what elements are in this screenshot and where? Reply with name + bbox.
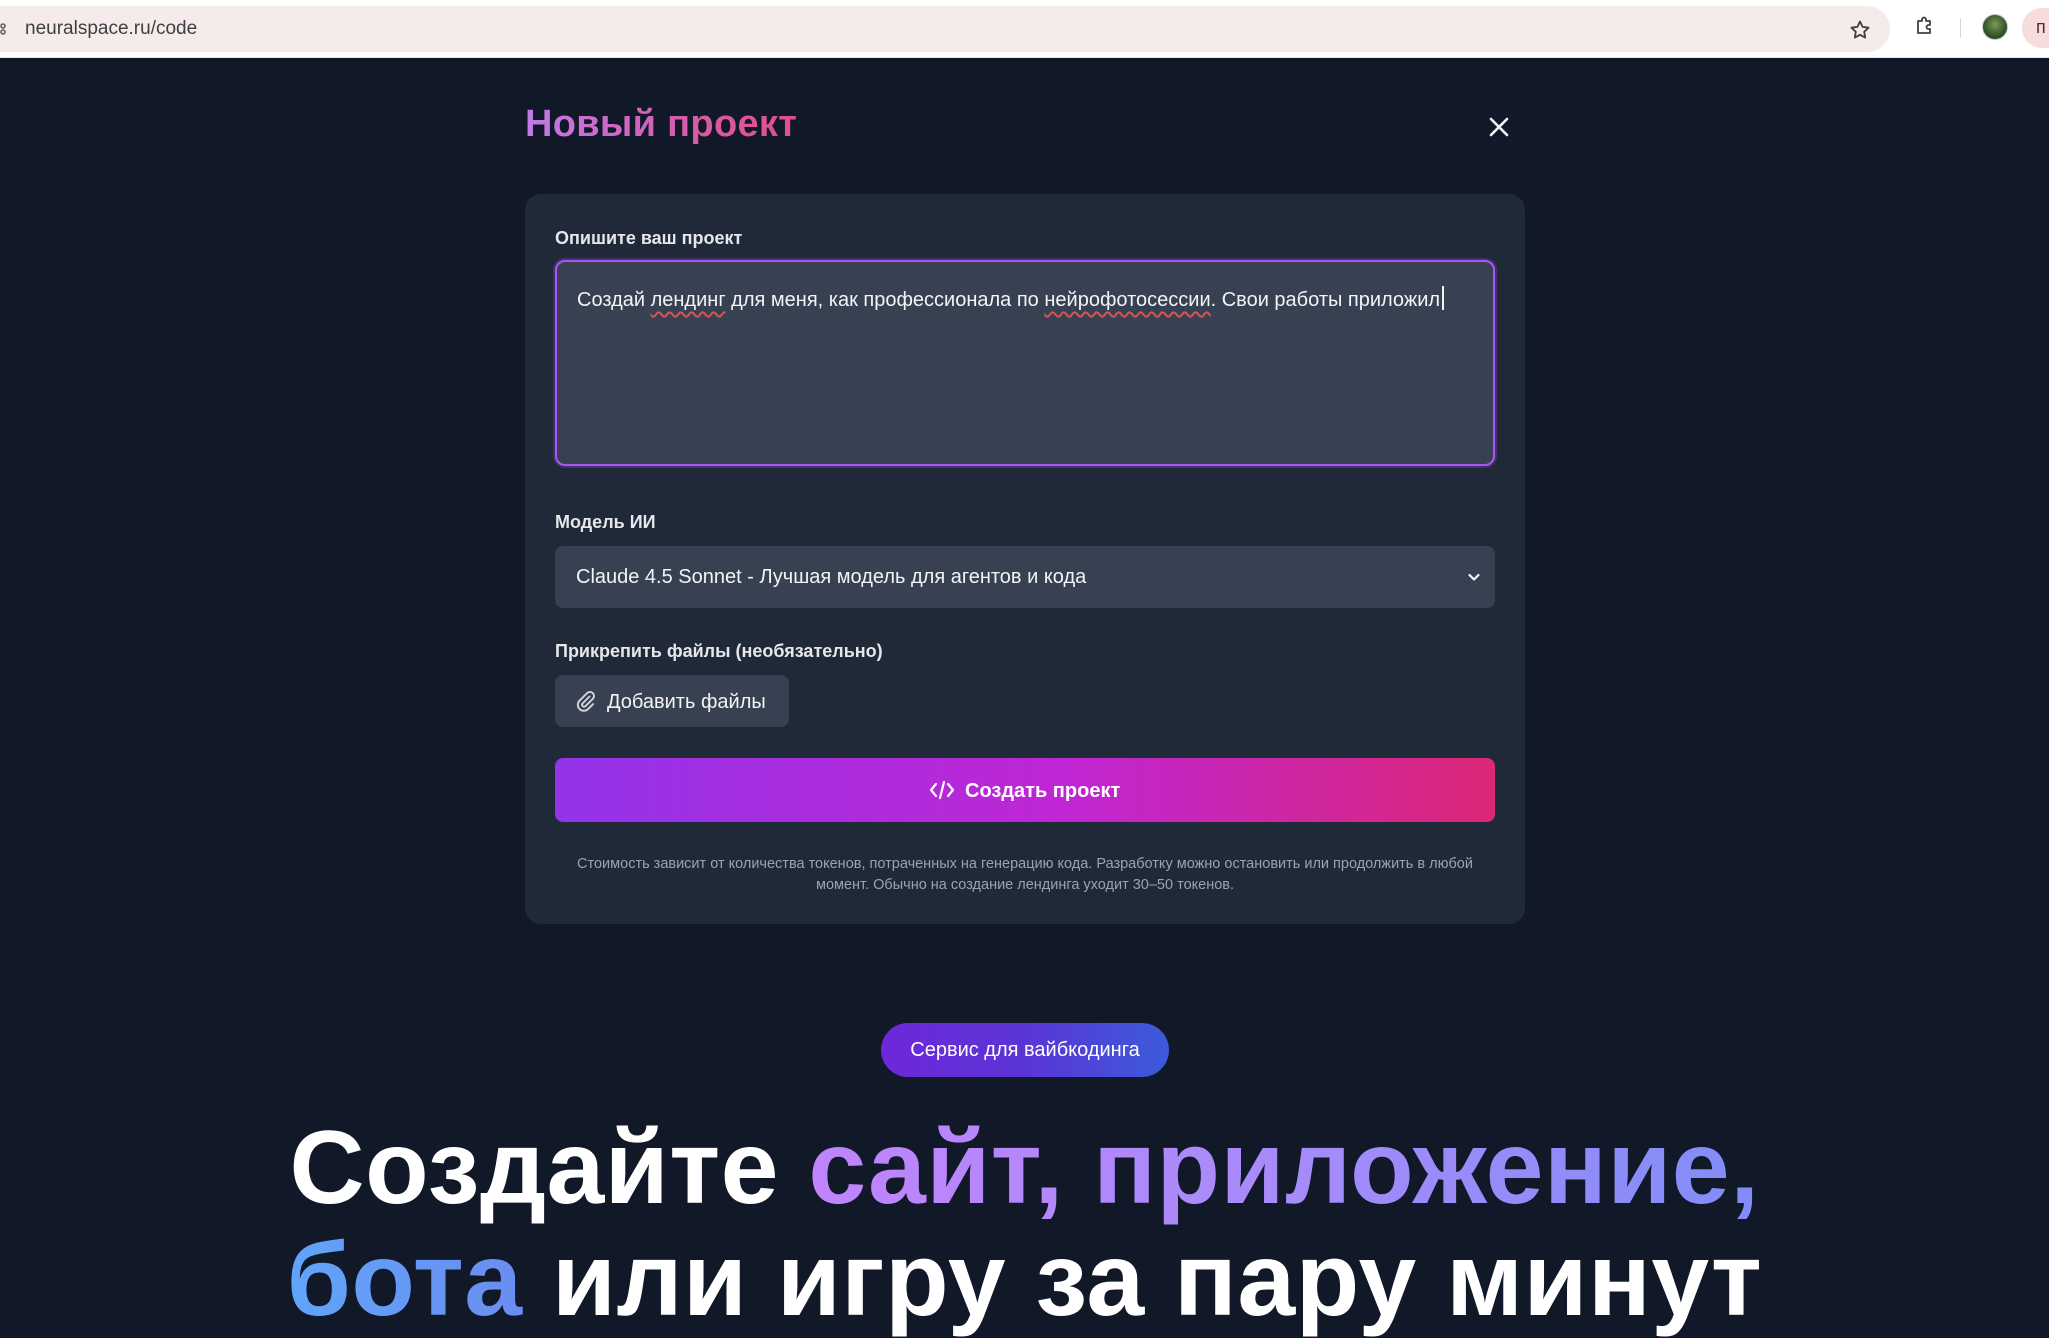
- address-url[interactable]: neuralspace.ru/code: [25, 18, 197, 40]
- profile-chip-label: п: [2036, 17, 2046, 37]
- site-info-icon[interactable]: [0, 21, 10, 37]
- add-files-button[interactable]: Добавить файлы: [555, 675, 789, 727]
- model-label: Модель ИИ: [555, 512, 656, 532]
- new-project-card: Опишите ваш проект Создай лендинг для ме…: [525, 194, 1525, 924]
- hero-accent-1: сайт, приложение,: [808, 1110, 1760, 1226]
- extensions-puzzle-icon[interactable]: [1913, 14, 1937, 38]
- description-textarea[interactable]: Создай лендинг для меня, как профессиона…: [555, 260, 1495, 466]
- close-icon[interactable]: [1484, 112, 1514, 142]
- paperclip-icon: [576, 690, 595, 712]
- description-label: Опишите ваш проект: [555, 228, 743, 248]
- create-project-button[interactable]: Создать проект: [555, 758, 1495, 822]
- toolbar-divider: [1960, 18, 1961, 38]
- attach-label: Прикрепить файлы (необязательно): [555, 641, 883, 661]
- chevron-down-icon: [1468, 573, 1480, 581]
- hero-line-2: бота или игру за пару минут: [286, 1222, 1763, 1338]
- text-caret: [1442, 286, 1445, 310]
- address-bar[interactable]: neuralspace.ru/code: [0, 6, 1890, 52]
- hero-line-1: Создайте сайт, приложение,: [289, 1110, 1760, 1226]
- pricing-note: Стоимость зависит от количества токенов,…: [577, 856, 1473, 893]
- add-files-label: Добавить файлы: [607, 691, 766, 713]
- service-badge[interactable]: Сервис для вайбкодинга: [881, 1023, 1169, 1077]
- hero-heading: Создайте сайт, приложение, бота или игру…: [0, 1112, 2049, 1336]
- bookmark-star-icon[interactable]: [1848, 18, 1872, 42]
- model-select[interactable]: Claude 4.5 Sonnet - Лучшая модель для аг…: [555, 546, 1495, 608]
- profile-chip[interactable]: п: [2022, 8, 2049, 48]
- profile-avatar[interactable]: [1982, 14, 2008, 40]
- code-icon: [929, 780, 955, 800]
- browser-toolbar: neuralspace.ru/code п: [0, 0, 2049, 58]
- modal-title: Новый проект: [525, 103, 798, 145]
- create-project-label: Создать проект: [965, 780, 1121, 802]
- hero-accent-2: бота: [286, 1222, 523, 1338]
- model-select-value: Claude 4.5 Sonnet - Лучшая модель для аг…: [576, 566, 1087, 588]
